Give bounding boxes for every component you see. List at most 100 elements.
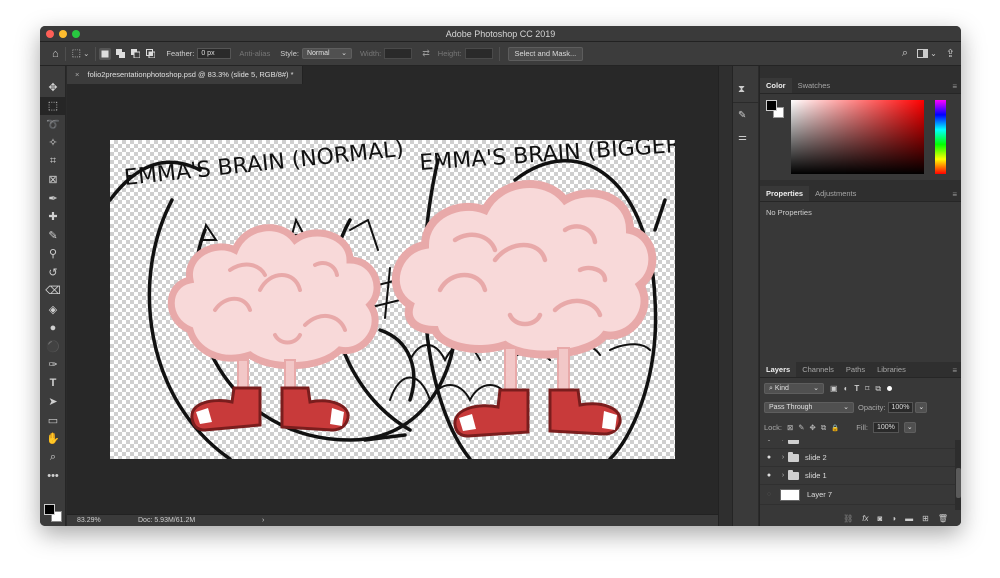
crop-tool-icon[interactable]: ⌗ xyxy=(40,152,66,171)
filter-toggle-icon[interactable] xyxy=(887,386,893,391)
clone-stamp-tool-icon[interactable]: ⚲ xyxy=(40,245,66,264)
lock-position-icon[interactable]: ✥ xyxy=(810,423,816,432)
tab-adjustments[interactable]: Adjustments xyxy=(809,186,862,201)
marquee-tool-icon[interactable]: ⬚ xyxy=(40,96,66,115)
layer-row-partial[interactable]: ● › xyxy=(760,440,955,449)
hand-tool-icon[interactable]: ✋ xyxy=(40,430,66,449)
layer-row-slide-2[interactable]: ● › slide 2 xyxy=(760,449,955,467)
tab-libraries[interactable]: Libraries xyxy=(871,362,912,377)
fill-input[interactable]: 100% xyxy=(872,422,899,433)
tab-channels[interactable]: Channels xyxy=(796,362,840,377)
width-input[interactable] xyxy=(384,48,413,59)
status-menu-arrow[interactable]: › xyxy=(262,515,264,526)
tab-properties[interactable]: Properties xyxy=(760,186,810,201)
anti-alias-checkbox[interactable]: Anti-alias xyxy=(239,49,270,58)
brush-settings-icon[interactable]: ✎ xyxy=(738,110,754,124)
type-tool-icon[interactable]: T xyxy=(40,374,66,393)
layer-style-icon[interactable]: fx xyxy=(862,514,868,523)
tool-preset-picker[interactable]: ⬚ ⌄ xyxy=(72,48,90,59)
pen-tool-icon[interactable]: ✑ xyxy=(40,356,66,375)
adjustment-filter-icon[interactable]: ◐ xyxy=(844,384,849,393)
style-select[interactable]: Normal ⌄ xyxy=(301,48,352,59)
layer-row-slide-1[interactable]: ● › slide 1 xyxy=(760,467,955,485)
lock-transparent-pixels-icon[interactable]: ⊠ xyxy=(787,423,793,432)
subtract-from-selection-button[interactable] xyxy=(129,48,141,60)
eraser-tool-icon[interactable]: ⌫ xyxy=(40,282,66,301)
workspace-switcher[interactable]: ⌄ xyxy=(917,49,937,58)
foreground-color-swatch[interactable] xyxy=(766,100,777,111)
tab-layers[interactable]: Layers xyxy=(760,362,797,377)
move-tool-icon[interactable]: ✥ xyxy=(40,78,66,97)
rectangle-tool-icon[interactable]: ▭ xyxy=(40,411,66,430)
foreground-color-swatch[interactable] xyxy=(44,504,55,515)
zoom-tool-icon[interactable]: ⌕ xyxy=(40,448,66,467)
panel-menu-icon[interactable]: ≡ xyxy=(952,366,957,375)
color-swatches[interactable] xyxy=(44,504,64,524)
tab-color[interactable]: Color xyxy=(760,78,792,93)
magic-wand-tool-icon[interactable]: ✧ xyxy=(40,134,66,153)
dodge-tool-icon[interactable]: ⚫ xyxy=(40,337,66,356)
opacity-input[interactable]: 100% xyxy=(887,402,914,413)
lock-image-pixels-icon[interactable]: ✎ xyxy=(798,423,804,432)
path-selection-tool-icon[interactable]: ➤ xyxy=(40,393,66,412)
adjustment-layer-icon[interactable]: ◑ xyxy=(891,514,896,523)
chevron-right-icon[interactable]: › xyxy=(778,440,788,443)
blur-tool-icon[interactable]: ● xyxy=(40,319,66,338)
healing-brush-tool-icon[interactable]: ✚ xyxy=(40,208,66,227)
intersect-selection-button[interactable] xyxy=(144,48,156,60)
close-icon[interactable]: × xyxy=(75,70,79,79)
visibility-eye-icon[interactable]: ● xyxy=(760,440,778,443)
layer-kind-filter[interactable]: ⌕ Kind ⌄ xyxy=(764,383,824,394)
eyedropper-tool-icon[interactable]: ✒ xyxy=(40,189,66,208)
height-input[interactable] xyxy=(464,48,493,59)
vertical-scrollbar[interactable] xyxy=(718,66,732,526)
shape-filter-icon[interactable]: ⌑ xyxy=(865,384,869,393)
select-and-mask-button[interactable]: Select and Mask... xyxy=(507,46,584,61)
tab-swatches[interactable]: Swatches xyxy=(792,78,837,93)
lock-artboard-icon[interactable]: ⧉ xyxy=(821,423,826,433)
hue-slider[interactable] xyxy=(935,100,946,174)
chevron-right-icon[interactable]: › xyxy=(778,472,788,479)
document-tab[interactable]: × folio2presentationphotoshop.psd @ 83.3… xyxy=(67,66,303,84)
lock-all-icon[interactable]: 🔒 xyxy=(831,424,839,432)
canvas-pasteboard[interactable]: EMMA'S BRAIN (NORMAL) EMMA'S BRAIN (BIGG… xyxy=(67,84,732,514)
new-group-icon[interactable]: ▬ xyxy=(905,514,913,523)
brush-tool-icon[interactable]: ✎ xyxy=(40,226,66,245)
layer-mask-icon[interactable]: ◙ xyxy=(877,514,882,523)
chevron-right-icon[interactable]: › xyxy=(778,454,788,461)
layer-row-layer-7[interactable]: ○ Layer 7 xyxy=(760,485,955,505)
link-layers-icon[interactable]: ⛓ xyxy=(843,514,853,523)
frame-tool-icon[interactable]: ⊠ xyxy=(40,171,66,190)
new-selection-button[interactable] xyxy=(99,47,112,60)
search-icon[interactable]: ⌕ xyxy=(902,47,908,60)
tools-panel-grip[interactable] xyxy=(40,66,65,78)
zoom-level[interactable]: 83.29% xyxy=(77,515,101,526)
visibility-eye-icon[interactable]: ● xyxy=(760,472,778,479)
fill-dropdown[interactable]: ⌄ xyxy=(903,422,916,433)
color-panel-swatches[interactable] xyxy=(766,100,786,120)
new-layer-icon[interactable]: ⊞ xyxy=(922,514,929,523)
visibility-eye-icon[interactable]: ● xyxy=(760,454,778,461)
swap-icon[interactable]: ⇄ xyxy=(422,48,430,59)
home-icon[interactable]: ⌂ xyxy=(52,48,59,60)
visibility-eye-hidden-icon[interactable]: ○ xyxy=(760,491,778,498)
type-filter-icon[interactable]: T xyxy=(854,384,859,393)
panel-menu-icon[interactable]: ≡ xyxy=(952,82,957,91)
share-icon[interactable]: ⇪ xyxy=(946,47,955,60)
feather-input[interactable]: 0 px xyxy=(197,48,232,59)
add-to-selection-button[interactable] xyxy=(114,48,126,60)
lasso-tool-icon[interactable]: ➰ xyxy=(40,115,66,134)
panel-menu-icon[interactable]: ≡ xyxy=(952,190,957,199)
history-brush-tool-icon[interactable]: ↺ xyxy=(40,263,66,282)
history-icon[interactable]: ⧗ xyxy=(738,84,754,98)
document-canvas[interactable]: EMMA'S BRAIN (NORMAL) EMMA'S BRAIN (BIGG… xyxy=(110,140,675,459)
smart-object-filter-icon[interactable]: ⧉ xyxy=(875,384,881,394)
trash-icon[interactable]: 🗑 xyxy=(938,514,948,523)
color-field[interactable] xyxy=(791,100,924,174)
more-tools-icon[interactable]: ••• xyxy=(40,467,66,486)
opacity-dropdown[interactable]: ⌄ xyxy=(915,402,928,413)
layers-scrollbar[interactable] xyxy=(955,440,961,510)
blend-mode-select[interactable]: Pass Through ⌄ xyxy=(764,402,854,413)
paint-bucket-tool-icon[interactable]: ◈ xyxy=(40,300,66,319)
adjustment-sliders-icon[interactable]: ⚌ xyxy=(738,132,754,146)
